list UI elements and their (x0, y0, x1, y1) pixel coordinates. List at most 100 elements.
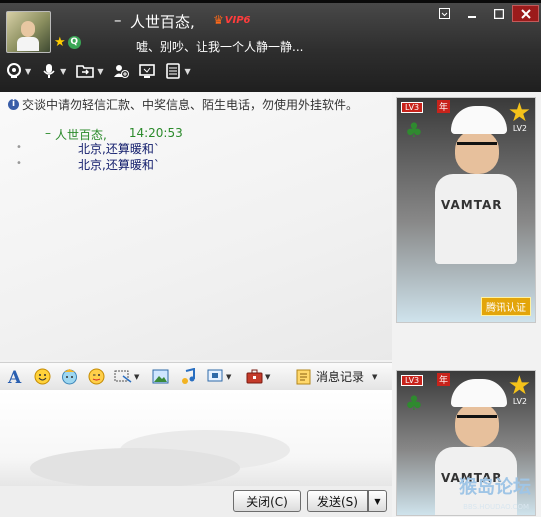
level-badge: LV3 (401, 102, 424, 113)
star-icon: ★ (507, 98, 531, 128)
gift-button[interactable]: ▼ (246, 368, 270, 385)
info-icon: i (8, 99, 19, 110)
watermark-url: BBS.HOUDAO.COM (463, 503, 529, 511)
send-image-button[interactable] (152, 368, 169, 385)
message-line: 北京,还算暖和` (78, 158, 160, 172)
close-window-button[interactable] (512, 5, 539, 22)
crown-icon: ♛ (213, 13, 224, 27)
history-icon (296, 369, 311, 384)
image-icon (152, 369, 169, 384)
qq-chat-window: ★ Q – 人世百态, ♛ VIP6 嘘、别吵、让我一个人静一静... ▼ ▼ … (0, 0, 541, 517)
svg-text:A: A (7, 368, 22, 385)
year-badge: 年 (437, 373, 451, 386)
shirt-text: VAMTAR (441, 198, 503, 212)
menu-list-icon (166, 63, 181, 79)
chevron-down-icon: ▼ (60, 66, 67, 76)
skin-button[interactable] (431, 5, 458, 22)
name-dash: – (114, 11, 122, 29)
message-line: 北京,还算暖和` (78, 142, 160, 156)
maximize-icon (493, 8, 504, 19)
chevron-down-icon: ▼ (226, 372, 232, 381)
top-strip (0, 0, 541, 3)
header-toolbar: ▼ ▼ ▼ ▼ (6, 63, 201, 79)
avatar[interactable] (6, 11, 51, 53)
music-button[interactable] (180, 368, 197, 385)
bullet-icon: • (16, 158, 22, 169)
forum-watermark: 猴岛论坛 (459, 477, 531, 498)
scissors-icon (114, 370, 132, 383)
folder-transfer-icon (76, 65, 95, 78)
history-label: 消息记录 (316, 370, 365, 384)
screen-capture-button[interactable]: ▼ (207, 368, 231, 385)
message-input[interactable] (0, 390, 392, 488)
security-notice: i 交谈中请勿轻信汇款、中奖信息、陌生电话，勿使用外挂软件。 (8, 96, 358, 113)
bottom-bar: 关闭(C) 发送(S) ▼ (0, 486, 392, 517)
chat-history[interactable]: i 交谈中请勿轻信汇款、中奖信息、陌生电话，勿使用外挂软件。 – 人世百态, 1… (0, 92, 392, 360)
message-history-button[interactable]: 消息记录 ▼ (296, 368, 377, 385)
chevron-down-icon: ▼ (134, 372, 140, 381)
bullet-icon: • (16, 142, 22, 153)
add-contact-button[interactable] (113, 63, 130, 79)
star-icon: ★ (507, 371, 531, 401)
music-note-icon (182, 368, 195, 384)
input-toolbar: A ▼ ▼ ▼ 消息记录 ▼ (0, 362, 392, 391)
certify-badge: 腾讯认证 (481, 297, 531, 316)
close-button[interactable]: 关闭(C) (233, 490, 301, 512)
apps-menu-button[interactable]: ▼ (165, 63, 191, 79)
microphone-icon (43, 64, 55, 78)
video-call-button[interactable]: ▼ (6, 63, 31, 79)
minimize-button[interactable] (458, 5, 485, 22)
year-badge: 年 (437, 100, 451, 113)
screen-capture-icon (207, 369, 223, 382)
monitor-icon (139, 64, 156, 78)
christmas-tree-icon: ♣ (405, 118, 423, 142)
figure-glasses (457, 142, 497, 155)
vip-badge[interactable]: ♛ VIP6 (213, 13, 251, 27)
contact-name[interactable]: 人世百态, (130, 11, 195, 32)
level-badge: LV3 (401, 375, 424, 386)
self-show-panel[interactable]: VAMTAR LV3 年 ♣ ★ LV2 猴岛论坛 BBS.HOUDAO.COM (396, 370, 536, 516)
font-button[interactable]: A (6, 368, 24, 385)
close-icon (520, 8, 531, 19)
maximize-button[interactable] (485, 5, 512, 22)
chevron-down-icon: ▼ (97, 66, 104, 76)
lv2-label: LV2 (512, 124, 527, 133)
qzone-icon[interactable]: Q (67, 36, 81, 49)
chevron-down-icon: ▼ (184, 66, 191, 76)
briefcase-icon (246, 369, 263, 384)
magic-emoticon-button[interactable] (61, 368, 78, 385)
webcam-icon (7, 63, 21, 78)
figure-glasses (457, 415, 497, 428)
avatar-body (17, 37, 39, 51)
chevron-down-icon: ▼ (265, 372, 271, 381)
smiley-icon (34, 368, 51, 385)
lv2-label: LV2 (512, 397, 527, 406)
star-icon[interactable]: ★ (54, 36, 66, 50)
shake-button[interactable] (88, 368, 105, 385)
send-options-button[interactable]: ▼ (368, 490, 387, 512)
send-file-button[interactable]: ▼ (76, 63, 103, 79)
background-hill (30, 448, 240, 488)
avatar-face (21, 21, 35, 37)
vip-label: VIP6 (224, 14, 251, 26)
magic-face-icon (62, 369, 77, 385)
wink-face-icon (88, 368, 105, 385)
christmas-tree-icon: ♣ (405, 391, 423, 415)
contact-show-panel[interactable]: VAMTAR LV3 年 ♣ ★ LV2 腾讯认证 (396, 97, 536, 323)
window-controls (431, 5, 539, 22)
chevron-down-icon: ▼ (25, 66, 32, 76)
chat-header: ★ Q – 人世百态, ♛ VIP6 嘘、别吵、让我一个人静一静... ▼ ▼ … (0, 0, 541, 92)
minimize-icon (467, 15, 476, 18)
notice-text: 交谈中请勿轻信汇款、中奖信息、陌生电话，勿使用外挂软件。 (22, 98, 359, 112)
send-button[interactable]: 发送(S) (307, 490, 368, 512)
emoticon-button[interactable] (34, 368, 51, 385)
chevron-down-icon: ▼ (372, 372, 378, 381)
screenshot-button[interactable]: ▼ (114, 368, 139, 385)
sender-dash: – (45, 126, 51, 140)
remote-desktop-button[interactable] (139, 63, 156, 79)
skin-icon (439, 8, 450, 19)
voice-call-button[interactable]: ▼ (41, 63, 66, 79)
add-user-icon (114, 65, 130, 78)
font-icon: A (7, 368, 22, 385)
status-icons: ★ Q (54, 36, 81, 50)
